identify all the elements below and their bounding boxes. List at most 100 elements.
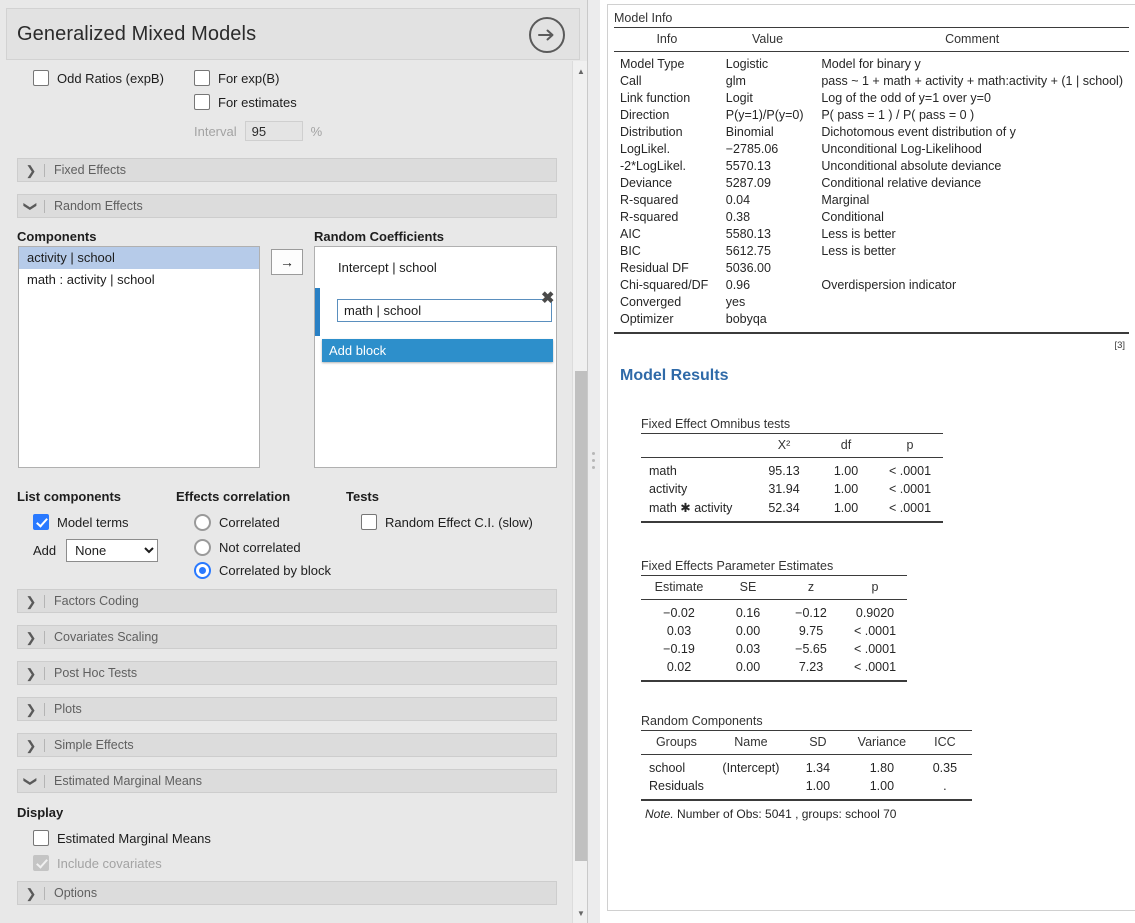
- cell-estimate: −0.02: [641, 600, 717, 623]
- cell-info: Link function: [614, 90, 720, 107]
- table-row: R-squared0.38Conditional: [614, 209, 1129, 226]
- table-row: DirectionP(y=1)/P(y=0)P( pass = 1 ) / P(…: [614, 107, 1129, 124]
- cell-info: Optimizer: [614, 311, 720, 333]
- cell-info: AIC: [614, 226, 720, 243]
- cell-se: 0.00: [717, 622, 779, 640]
- estimated-marginal-means-checkbox[interactable]: [33, 830, 49, 846]
- cell-comment: [815, 260, 1129, 277]
- random-block-intercept[interactable]: Intercept | school: [316, 248, 554, 287]
- section-simple-effects[interactable]: ❯ Simple Effects: [17, 733, 557, 757]
- arrow-right-icon[interactable]: →: [271, 249, 303, 275]
- table-row: -2*LogLikel.5570.13Unconditional absolut…: [614, 158, 1129, 175]
- column-header: Estimate: [641, 576, 717, 600]
- section-fixed-effects[interactable]: ❯ Fixed Effects: [17, 158, 557, 182]
- cell-comment: pass ~ 1 + math + activity + math:activi…: [815, 73, 1129, 90]
- cell-p: 0.9020: [843, 600, 907, 623]
- radio-label: Correlated by block: [219, 563, 331, 578]
- omnibus-block: Fixed Effect Omnibus tests X² df p math9…: [608, 385, 1135, 523]
- radio-correlated[interactable]: Correlated: [194, 514, 280, 531]
- chevron-right-icon: ❯: [18, 631, 44, 644]
- for-estimates-checkbox[interactable]: [194, 94, 210, 110]
- cell-info: -2*LogLikel.: [614, 158, 720, 175]
- random-effect-ci-checkbox[interactable]: [361, 514, 377, 530]
- section-estimated-marginal-means[interactable]: ❯ Estimated Marginal Means: [17, 769, 557, 793]
- for-estimates-row[interactable]: For estimates: [194, 94, 297, 110]
- add-label: Add: [33, 543, 56, 558]
- page-title: Generalized Mixed Models: [17, 23, 256, 46]
- table-row: Optimizerbobyqa: [614, 311, 1129, 333]
- section-random-effects[interactable]: ❯ Random Effects: [17, 194, 557, 218]
- radio-label: Not correlated: [219, 540, 301, 555]
- random-components-caption: Random Components: [641, 714, 1135, 728]
- list-item[interactable]: math : activity | school: [19, 269, 259, 291]
- arrow-right-circle-icon[interactable]: [529, 17, 565, 53]
- cell-name: [712, 777, 790, 800]
- cell-value: 5287.09: [720, 175, 816, 192]
- radio-button[interactable]: [194, 514, 211, 531]
- radio-correlated-by-block[interactable]: Correlated by block: [194, 562, 331, 579]
- options-vertical-scrollbar[interactable]: ▲ ▼: [572, 61, 588, 923]
- random-coefficients-listbox[interactable]: Intercept | school ✖ Add block: [314, 246, 557, 468]
- for-estimates-label: For estimates: [218, 95, 297, 110]
- column-header: Name: [712, 731, 790, 755]
- list-components-title: List components: [17, 489, 121, 504]
- column-header: SE: [717, 576, 779, 600]
- section-label: Estimated Marginal Means: [54, 774, 202, 788]
- column-header: SD: [790, 731, 846, 755]
- emmeans-checkbox-row[interactable]: Estimated Marginal Means: [33, 830, 211, 846]
- section-options[interactable]: ❯ Options: [17, 881, 557, 905]
- add-component-select[interactable]: None: [66, 539, 158, 562]
- for-expb-checkbox[interactable]: [194, 70, 210, 86]
- cell-df: 1.00: [815, 498, 877, 522]
- close-x-icon[interactable]: ✖: [541, 291, 554, 307]
- cell-value: 5570.13: [720, 158, 816, 175]
- interval-label: Interval: [194, 124, 237, 139]
- column-header: X²: [753, 434, 815, 458]
- section-covariates-scaling[interactable]: ❯ Covariates Scaling: [17, 625, 557, 649]
- odd-ratios-label: Odd Ratios (expB): [57, 71, 164, 86]
- include-covariates-row: Include covariates: [33, 855, 162, 871]
- footnote-reference: [3]: [608, 334, 1135, 351]
- cell-value: yes: [720, 294, 816, 311]
- random-effect-ci-row[interactable]: Random Effect C.I. (slow): [361, 514, 533, 530]
- tests-title: Tests: [346, 489, 379, 504]
- random-block-input[interactable]: [337, 299, 552, 322]
- cell-comment: Unconditional absolute deviance: [815, 158, 1129, 175]
- for-expb-label: For exp(B): [218, 71, 279, 86]
- section-post-hoc-tests[interactable]: ❯ Post Hoc Tests: [17, 661, 557, 685]
- section-plots[interactable]: ❯ Plots: [17, 697, 557, 721]
- model-terms-row[interactable]: Model terms: [33, 514, 129, 530]
- list-item[interactable]: activity | school: [19, 247, 259, 269]
- estimates-table: Estimate SE z p −0.020.16−0.120.9020 0.0…: [641, 575, 907, 682]
- table-row: Callglmpass ~ 1 + math + activity + math…: [614, 73, 1129, 90]
- section-factors-coding[interactable]: ❯ Factors Coding: [17, 589, 557, 613]
- cell-estimate: −0.19: [641, 640, 717, 658]
- cell-sd: 1.34: [790, 755, 846, 778]
- include-covariates-checkbox: [33, 855, 49, 871]
- scrollbar-thumb[interactable]: [575, 371, 587, 861]
- divider: [44, 739, 45, 752]
- cell-z: 9.75: [779, 622, 843, 640]
- components-listbox[interactable]: activity | school math : activity | scho…: [18, 246, 260, 468]
- model-terms-checkbox[interactable]: [33, 514, 49, 530]
- model-terms-label: Model terms: [57, 515, 129, 530]
- table-row: math95.131.00< .0001: [641, 458, 943, 481]
- interval-input[interactable]: [245, 121, 303, 141]
- cell-estimate: 0.03: [641, 622, 717, 640]
- cell-comment: Overdispersion indicator: [815, 277, 1129, 294]
- add-block-button[interactable]: Add block: [322, 339, 553, 362]
- scroll-down-icon[interactable]: ▼: [573, 905, 588, 921]
- for-expb-row[interactable]: For exp(B): [194, 70, 279, 86]
- panel-splitter[interactable]: [588, 0, 600, 923]
- scroll-up-icon[interactable]: ▲: [573, 63, 588, 79]
- divider: [44, 164, 45, 177]
- radio-not-correlated[interactable]: Not correlated: [194, 539, 301, 556]
- radio-button[interactable]: [194, 562, 211, 579]
- section-label: Plots: [54, 702, 82, 716]
- chevron-right-icon: ❯: [18, 703, 44, 716]
- odd-ratios-checkbox[interactable]: [33, 70, 49, 86]
- cell-z: 7.23: [779, 658, 843, 681]
- odd-ratios-row[interactable]: Odd Ratios (expB): [33, 70, 164, 86]
- radio-button[interactable]: [194, 539, 211, 556]
- model-info-table-wrap: Info Value Comment Model TypeLogisticMod…: [608, 27, 1135, 334]
